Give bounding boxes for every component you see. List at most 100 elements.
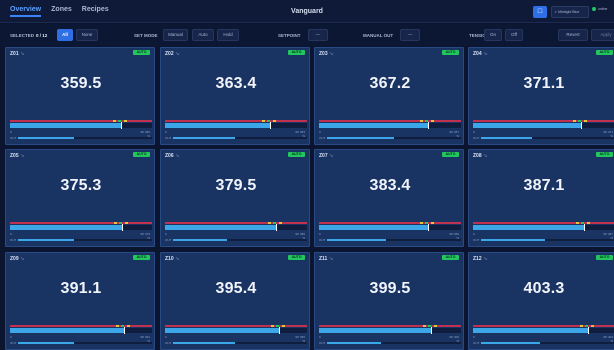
mode-badge: AUTO bbox=[133, 50, 150, 55]
sp-label: SP bbox=[603, 130, 608, 134]
mode-badge: AUTO bbox=[442, 255, 459, 260]
app-title: Vanguard bbox=[291, 8, 323, 15]
alarm-marker-green bbox=[119, 222, 123, 224]
pv-bar bbox=[10, 120, 152, 129]
zone-id-text: Z06 bbox=[165, 153, 174, 159]
manual-out-input[interactable]: — bbox=[400, 29, 420, 41]
sp-label: SP bbox=[449, 130, 454, 134]
zone-tile[interactable]: Z04 °c AUTO 371.1 0 SP 371 OUT% bbox=[468, 47, 614, 145]
zone-unit: °c bbox=[175, 256, 180, 261]
zone-id: Z07 °c bbox=[319, 153, 333, 159]
process-value: 391.1 bbox=[60, 280, 102, 297]
zone-id: Z02 °c bbox=[165, 51, 179, 57]
selected-count: 0 / 12 bbox=[36, 33, 48, 38]
process-value: 367.2 bbox=[369, 75, 411, 92]
setpoint-marker bbox=[270, 122, 272, 129]
zone-id-text: Z01 bbox=[10, 51, 19, 57]
limit-band bbox=[165, 325, 307, 327]
sp-label: SP bbox=[603, 232, 608, 236]
setpoint-marker bbox=[580, 122, 582, 129]
process-value: 395.4 bbox=[215, 280, 257, 297]
out-label: OUT bbox=[319, 238, 326, 242]
zone-unit: °c bbox=[175, 153, 180, 158]
out-label: OUT bbox=[473, 238, 480, 242]
alarm-marker-yellow bbox=[586, 222, 590, 224]
set-mode-label: SET MODE bbox=[134, 33, 158, 38]
pv-bar-fill bbox=[165, 123, 271, 128]
setpoint-marker bbox=[123, 327, 125, 334]
setpoint-input[interactable]: — bbox=[308, 29, 328, 41]
apply-button[interactable]: Apply bbox=[591, 29, 614, 41]
alarm-marker-green bbox=[580, 222, 584, 224]
setpoint-label: SETPOINT bbox=[278, 33, 301, 38]
setpoint-marker bbox=[431, 327, 433, 334]
mode-badge: AUTO bbox=[596, 50, 613, 55]
zone-id-text: Z10 bbox=[165, 256, 174, 262]
process-value: 383.4 bbox=[369, 177, 411, 194]
alarm-marker-green bbox=[117, 120, 121, 122]
select-none-button[interactable]: None bbox=[76, 29, 98, 41]
setpoint-marker bbox=[278, 327, 280, 334]
out-label: OUT bbox=[10, 238, 17, 242]
bar-low-label: 0 bbox=[165, 335, 167, 339]
zone-tile[interactable]: Z03 °c AUTO 367.2 0 SP 367 OUT% bbox=[314, 47, 464, 145]
zone-tile[interactable]: Z07 °c AUTO 383.4 0 SP 383 OUT% bbox=[314, 149, 464, 247]
pv-bar-fill bbox=[319, 225, 429, 230]
limit-band bbox=[165, 120, 307, 122]
zone-tile[interactable]: Z02 °c AUTO 363.4 0 SP 363 OUT% bbox=[160, 47, 310, 145]
theme-selector[interactable]: ◐ Midnight Blue bbox=[551, 6, 589, 18]
tension-on-button[interactable]: On bbox=[484, 29, 502, 41]
out-unit: % bbox=[610, 134, 613, 138]
out-unit: % bbox=[302, 236, 305, 240]
alarm-marker-yellow bbox=[267, 222, 271, 224]
pv-bar-fill bbox=[10, 328, 124, 333]
zone-unit: °c bbox=[175, 51, 180, 56]
alarm-marker-yellow bbox=[572, 120, 576, 122]
sp-label: SP bbox=[140, 335, 145, 339]
pv-bar bbox=[165, 222, 307, 231]
alarm-marker-yellow bbox=[114, 222, 118, 224]
alarm-marker-yellow bbox=[591, 325, 595, 327]
out-label: OUT bbox=[165, 238, 172, 242]
zone-tile[interactable]: Z09 °c AUTO 391.1 0 SP 391 OUT% bbox=[5, 252, 155, 350]
alarm-marker-green bbox=[425, 222, 429, 224]
pv-bar-fill bbox=[473, 123, 581, 128]
output-bar-fill bbox=[481, 239, 546, 241]
zone-unit: °c bbox=[329, 153, 334, 158]
alarm-marker-yellow bbox=[575, 222, 579, 224]
out-unit: % bbox=[147, 339, 150, 343]
out-label: OUT bbox=[10, 136, 17, 140]
pv-bar-fill bbox=[473, 328, 589, 333]
alarm-marker-yellow bbox=[273, 120, 277, 122]
mode-manual-button[interactable]: Manual bbox=[163, 29, 188, 41]
output-bar bbox=[481, 239, 614, 241]
output-bar bbox=[327, 239, 461, 241]
zone-tile[interactable]: Z08 °c AUTO 387.1 0 SP 387 OUT% bbox=[468, 149, 614, 247]
alarm-marker-yellow bbox=[123, 120, 127, 122]
tension-off-button[interactable]: Off bbox=[505, 29, 523, 41]
alarm-marker-yellow bbox=[431, 120, 435, 122]
sp-label: SP bbox=[295, 335, 300, 339]
zone-id: Z05 °c bbox=[10, 153, 24, 159]
pv-bar bbox=[473, 222, 614, 231]
zone-tile[interactable]: Z06 °c AUTO 379.5 0 SP 380 OUT% bbox=[160, 149, 310, 247]
lock-button[interactable]: □ bbox=[533, 6, 547, 18]
mode-auto-button[interactable]: Auto bbox=[192, 29, 214, 41]
zone-id-text: Z03 bbox=[319, 51, 328, 57]
zone-tile[interactable]: Z05 °c AUTO 375.3 0 SP 375 OUT% bbox=[5, 149, 155, 247]
output-bar bbox=[173, 137, 307, 139]
alarm-marker-yellow bbox=[420, 222, 424, 224]
zone-id: Z11 °c bbox=[319, 256, 333, 262]
status-label: online bbox=[598, 7, 608, 11]
zone-tile[interactable]: Z01 °c AUTO 359.5 0 SP 360 OUT% bbox=[5, 47, 155, 145]
zone-tile[interactable]: Z12 °c AUTO 403.3 0 SP 403 OUT% bbox=[468, 252, 614, 350]
select-all-button[interactable]: All bbox=[57, 29, 73, 41]
zone-id: Z01 °c bbox=[10, 51, 24, 57]
zone-tile[interactable]: Z10 °c AUTO 395.4 0 SP 395 OUT% bbox=[160, 252, 310, 350]
zone-tile[interactable]: Z11 °c AUTO 399.5 0 SP 400 OUT% bbox=[314, 252, 464, 350]
output-bar-fill bbox=[18, 342, 75, 344]
setpoint-marker bbox=[428, 224, 430, 231]
mode-hold-button[interactable]: Hold bbox=[217, 29, 239, 41]
zone-unit: °c bbox=[483, 51, 488, 56]
revert-button[interactable]: Revert bbox=[558, 29, 588, 41]
